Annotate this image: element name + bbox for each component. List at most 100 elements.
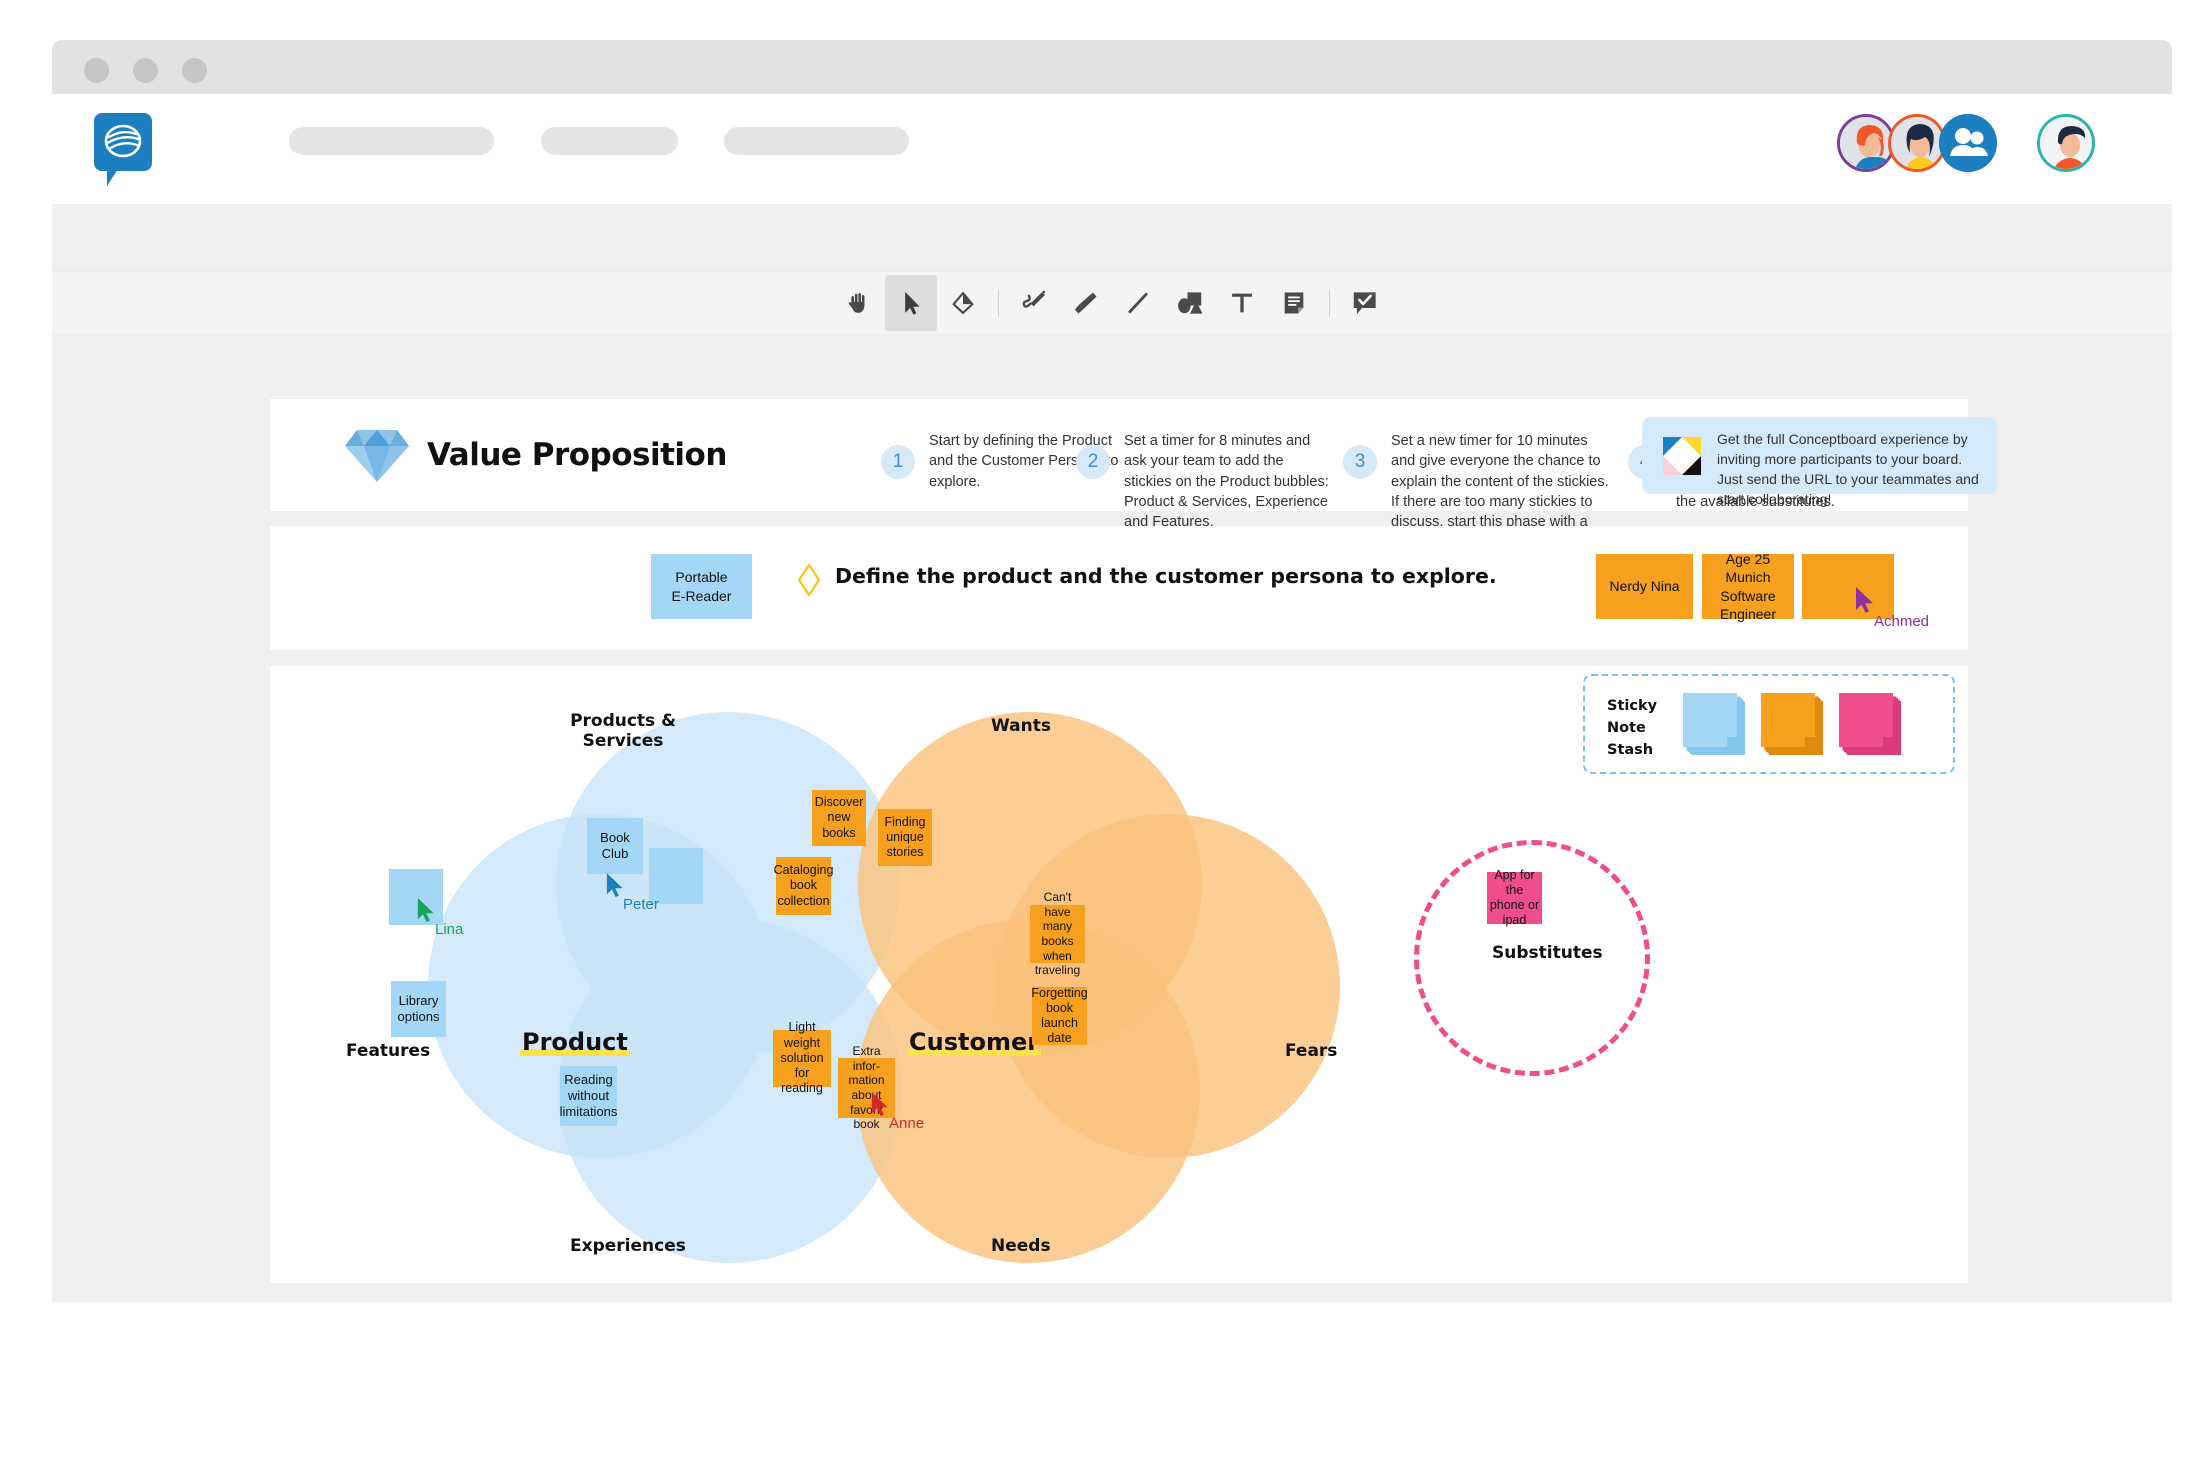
avatar-participant-1[interactable] <box>1837 114 1895 172</box>
window-maximize-button[interactable] <box>182 58 207 83</box>
sticky-light-weight-solution[interactable]: Light weight solution for reading <box>773 1020 831 1095</box>
toolbar-divider <box>998 289 999 317</box>
label-needs: Needs <box>991 1236 1051 1256</box>
group-users-icon <box>1939 114 1997 172</box>
step-text: Set a timer for 8 minutes and ask your t… <box>1124 433 1329 531</box>
tool-eraser[interactable] <box>937 275 989 331</box>
cursor-arrow-icon <box>905 291 920 315</box>
nav-placeholder-3[interactable] <box>724 127 909 155</box>
window-close-button[interactable] <box>84 58 109 83</box>
app-header <box>52 94 2172 204</box>
sticky-stack-icon <box>1683 693 1745 755</box>
board-canvas[interactable]: Value Proposition 1 Start by defining th… <box>52 334 2172 1302</box>
logo-tail-icon <box>107 169 129 186</box>
avatar-icon <box>1840 117 1892 169</box>
marker-icon <box>1074 292 1097 314</box>
stash-title: Sticky Note Stash <box>1607 698 1658 758</box>
sticky-discover-new-books[interactable]: Discover new books <box>812 790 866 846</box>
eraser-icon <box>952 291 974 315</box>
sticky-note-icon <box>1284 292 1304 314</box>
toolbar-divider <box>1329 289 1330 317</box>
cursor-label: Achmed <box>1874 613 1930 630</box>
label-fears: Fears <box>1285 1041 1338 1061</box>
customer-bubbles <box>856 712 1340 1263</box>
sticky-cataloging-book-collection[interactable]: Cataloging book collection <box>774 857 833 915</box>
sticky-stack-icon <box>1761 693 1823 755</box>
sticky-portable-ereader[interactable]: Portable E-Reader <box>651 554 752 619</box>
nav-placeholder-1[interactable] <box>289 127 494 155</box>
label-customer-text: Customer <box>907 1028 1042 1056</box>
step-number: 3 <box>1343 445 1377 479</box>
remote-cursor-peter: Peter <box>605 872 659 913</box>
logo-glyph-icon <box>104 124 142 158</box>
avatar-icon <box>2040 117 2092 169</box>
promo-text: Get the full Conceptboard experience by … <box>1717 431 1979 507</box>
sticky-cant-have-many-books[interactable]: Can't have many books when traveling <box>1030 890 1085 977</box>
sticky-book-club[interactable]: Book Club <box>587 818 643 874</box>
cursor-label: Anne <box>889 1115 925 1132</box>
remote-cursor-anne: Anne <box>870 1091 924 1132</box>
hand-icon <box>848 292 865 313</box>
label-substitutes: Substitutes <box>1492 943 1603 963</box>
sticky-stack-icon <box>1839 693 1901 755</box>
drawing-toolbar <box>52 272 2172 334</box>
pink-sticky-stack[interactable] <box>1839 693 1901 757</box>
conceptboard-logo[interactable] <box>94 113 152 186</box>
label-product-text: Product <box>520 1028 630 1056</box>
sticky-note-stash[interactable]: Sticky Note Stash <box>1583 674 1955 774</box>
orange-sticky-stack[interactable] <box>1761 693 1823 757</box>
pen-icon <box>1022 290 1046 308</box>
page-title: Value Proposition <box>427 437 727 473</box>
sticky-reading-without-limitations[interactable]: Reading without limitations <box>560 1066 617 1126</box>
cursor-arrow-icon <box>1856 587 1873 613</box>
label-features: Features <box>346 1041 431 1061</box>
avatar-more-participants[interactable] <box>1939 114 1997 172</box>
sticky-persona-empty[interactable] <box>1802 554 1894 619</box>
window-minimize-button[interactable] <box>133 58 158 83</box>
define-heading: Define the product and the customer pers… <box>835 564 1497 588</box>
window-titlebar <box>52 40 2172 94</box>
label-product-center: Product <box>520 1028 630 1056</box>
sticky-forgetting-book-launch[interactable]: Forgetting book launch date <box>1031 986 1087 1046</box>
sticky-app-for-phone[interactable]: App for the phone or ipad <box>1487 868 1542 927</box>
remote-cursor-achmed: Achmed <box>1854 586 1929 630</box>
sticky-finding-unique-stories[interactable]: Finding unique stories <box>878 809 932 866</box>
tool-comment[interactable] <box>1339 275 1391 331</box>
avatar-icon <box>1891 117 1943 169</box>
text-icon <box>1232 293 1252 313</box>
sticky-library-options[interactable]: Library options <box>391 981 446 1037</box>
avatar-current-user[interactable] <box>2037 114 2095 172</box>
label-customer-center: Customer <box>907 1028 1042 1056</box>
tool-text[interactable] <box>1216 275 1268 331</box>
tool-sticky-note[interactable] <box>1268 275 1320 331</box>
remote-cursor-lina: Lina <box>416 897 463 938</box>
diamond-icon <box>345 430 409 482</box>
tool-pen[interactable] <box>1008 275 1060 331</box>
tool-hand[interactable] <box>833 275 885 331</box>
sticky-persona-name[interactable]: Nerdy Nina <box>1596 554 1693 619</box>
nav-placeholder-2[interactable] <box>541 127 678 155</box>
line-icon <box>1128 292 1148 314</box>
tool-marker[interactable] <box>1060 275 1112 331</box>
define-row-card: Portable E-Reader Define the product and… <box>270 526 1968 650</box>
step-number: 1 <box>881 445 915 479</box>
board-header-card: Value Proposition 1 Start by defining th… <box>270 399 1997 571</box>
browser-window: Value Proposition 1 Start by defining th… <box>52 40 2172 1302</box>
comment-check-icon <box>1353 292 1376 315</box>
diamond-outline-icon <box>797 563 821 597</box>
avatar-participant-2[interactable] <box>1888 114 1946 172</box>
shapes-icon <box>1178 292 1203 314</box>
venn-diagram-card: Products & Services Features Experiences… <box>270 666 1968 1283</box>
tool-cursor[interactable] <box>885 275 937 331</box>
cursor-label: Peter <box>623 896 659 913</box>
promo-banner[interactable]: Get the full Conceptboard experience by … <box>1642 417 1997 507</box>
cursor-label: Lina <box>435 921 464 938</box>
step-number: 2 <box>1076 445 1110 479</box>
label-wants: Wants <box>991 716 1051 736</box>
label-products-services: Products & Services <box>570 711 676 751</box>
blue-sticky-stack[interactable] <box>1683 693 1745 757</box>
sticky-persona-details[interactable]: Age 25 Munich Software Engineer <box>1702 551 1794 622</box>
tool-line[interactable] <box>1112 275 1164 331</box>
conceptboard-mark-icon <box>1663 437 1701 475</box>
tool-shapes[interactable] <box>1164 275 1216 331</box>
